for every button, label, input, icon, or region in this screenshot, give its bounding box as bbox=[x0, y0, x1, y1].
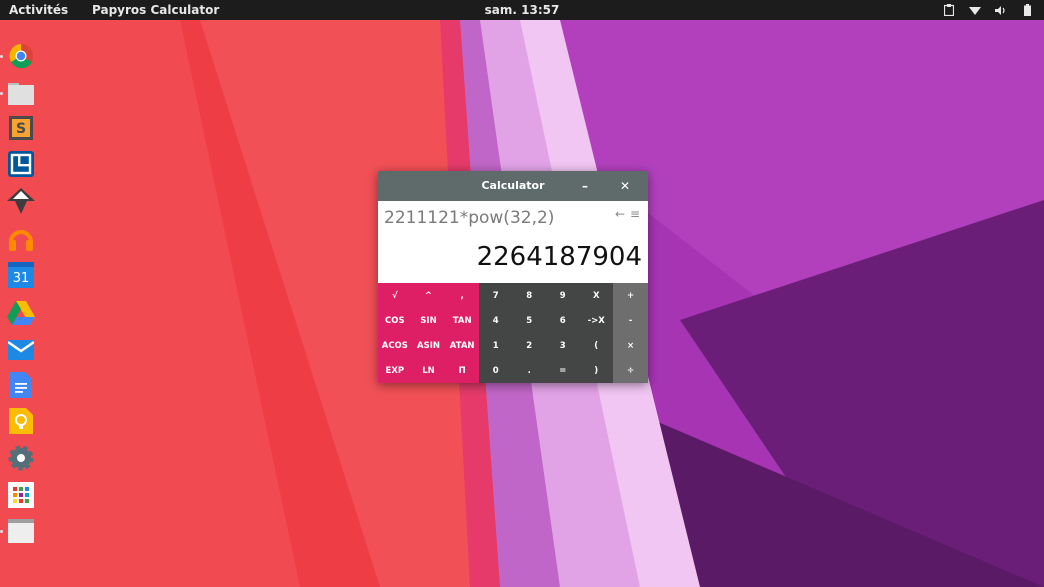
fn-key-power[interactable]: ^ bbox=[412, 283, 446, 308]
op-key-multiply[interactable]: × bbox=[613, 333, 648, 358]
op-key-minus[interactable]: - bbox=[613, 308, 648, 333]
wifi-icon[interactable] bbox=[968, 3, 982, 17]
app-grid-icon[interactable] bbox=[6, 480, 36, 510]
app-menu-button[interactable]: Papyros Calculator bbox=[92, 3, 219, 17]
op-key-plus[interactable]: + bbox=[613, 283, 648, 308]
fn-key-exp[interactable]: EXP bbox=[378, 358, 412, 383]
fn-key-sqrt[interactable]: √ bbox=[378, 283, 412, 308]
num-key-x[interactable]: X bbox=[580, 283, 614, 308]
result-display: 2264187904 bbox=[476, 242, 642, 272]
calculator-window: Calculator – ✕ 2211121*pow(32,2) ← ≡ 226… bbox=[378, 171, 648, 383]
google-drive-icon[interactable] bbox=[6, 298, 36, 328]
op-key-divide[interactable]: ÷ bbox=[613, 358, 648, 383]
clipboard-icon[interactable] bbox=[942, 3, 956, 17]
num-key-5[interactable]: 5 bbox=[513, 308, 547, 333]
running-indicator bbox=[0, 92, 3, 95]
num-key-3[interactable]: 3 bbox=[546, 333, 580, 358]
running-indicator bbox=[0, 55, 3, 58]
expression-input[interactable]: 2211121*pow(32,2) bbox=[384, 208, 554, 228]
battery-icon[interactable] bbox=[1020, 3, 1034, 17]
settings-gear-icon[interactable] bbox=[6, 443, 36, 473]
mail-icon[interactable] bbox=[6, 334, 36, 364]
close-button[interactable]: ✕ bbox=[616, 177, 634, 195]
operator-keypad: + - × ÷ bbox=[613, 283, 648, 383]
calendar-day-text: 31 bbox=[13, 271, 30, 286]
fn-key-tan[interactable]: TAN bbox=[445, 308, 479, 333]
num-key-8[interactable]: 8 bbox=[513, 283, 547, 308]
num-key-equals[interactable]: = bbox=[546, 358, 580, 383]
window-title: Calculator bbox=[481, 179, 545, 192]
minimize-button[interactable]: – bbox=[576, 177, 594, 195]
function-keypad: √ ^, COS SIN TAN ACOS ASIN ATAN EXP LN Π bbox=[378, 283, 479, 383]
fn-key-sin[interactable]: SIN bbox=[412, 308, 446, 333]
running-indicator bbox=[0, 530, 3, 533]
activities-button[interactable]: Activités bbox=[9, 3, 68, 17]
fn-key-atan[interactable]: ATAN bbox=[445, 333, 479, 358]
docs-icon[interactable] bbox=[6, 370, 36, 400]
fn-key-comma[interactable]: , bbox=[445, 283, 479, 308]
calendar-icon[interactable]: 31 bbox=[6, 260, 36, 290]
num-key-7[interactable]: 7 bbox=[479, 283, 513, 308]
num-key-4[interactable]: 4 bbox=[479, 308, 513, 333]
fn-key-ln[interactable]: LN bbox=[412, 358, 446, 383]
menu-icon[interactable]: ≡ bbox=[630, 207, 640, 221]
fn-key-cos[interactable]: COS bbox=[378, 308, 412, 333]
sublime-text-icon[interactable]: S bbox=[6, 113, 36, 143]
number-keypad: 7 8 9 X 4 5 6 ->X 1 2 3(0. =) bbox=[479, 283, 613, 383]
calculator-titlebar[interactable]: Calculator – ✕ bbox=[378, 171, 648, 201]
svg-text:S: S bbox=[16, 121, 26, 137]
inkscape-icon[interactable] bbox=[6, 186, 36, 216]
files-icon[interactable] bbox=[6, 78, 36, 108]
calculator-display: 2211121*pow(32,2) ← ≡ 2264187904 bbox=[378, 201, 648, 283]
fn-key-asin[interactable]: ASIN bbox=[412, 333, 446, 358]
num-key-decimal[interactable]: . bbox=[513, 358, 547, 383]
backspace-icon[interactable]: ← bbox=[615, 207, 625, 221]
fn-key-acos[interactable]: ACOS bbox=[378, 333, 412, 358]
num-key-open-paren[interactable]: ( bbox=[580, 333, 614, 358]
volume-icon[interactable] bbox=[994, 3, 1008, 17]
num-key-6[interactable]: 6 bbox=[546, 308, 580, 333]
num-key-9[interactable]: 9 bbox=[546, 283, 580, 308]
top-bar: Activités Papyros Calculator sam. 13:57 bbox=[0, 0, 1044, 20]
keep-lightbulb-icon[interactable] bbox=[6, 406, 36, 436]
clock[interactable]: sam. 13:57 bbox=[485, 3, 560, 17]
keypad: √ ^, COS SIN TAN ACOS ASIN ATAN EXP LN Π 7 8 9 X 4 5 6 ->… bbox=[378, 283, 648, 383]
num-key-0[interactable]: 0 bbox=[479, 358, 513, 383]
music-headphones-icon[interactable] bbox=[6, 224, 36, 254]
system-tray[interactable] bbox=[942, 3, 1034, 17]
fn-key-pi[interactable]: Π bbox=[445, 358, 479, 383]
window-manager-icon[interactable] bbox=[6, 149, 36, 179]
num-key-store-x[interactable]: ->X bbox=[580, 308, 614, 333]
num-key-1[interactable]: 1 bbox=[479, 333, 513, 358]
chrome-icon[interactable] bbox=[6, 41, 36, 71]
num-key-2[interactable]: 2 bbox=[513, 333, 547, 358]
num-key-close-paren[interactable]: ) bbox=[580, 358, 614, 383]
window-icon[interactable] bbox=[6, 516, 36, 546]
